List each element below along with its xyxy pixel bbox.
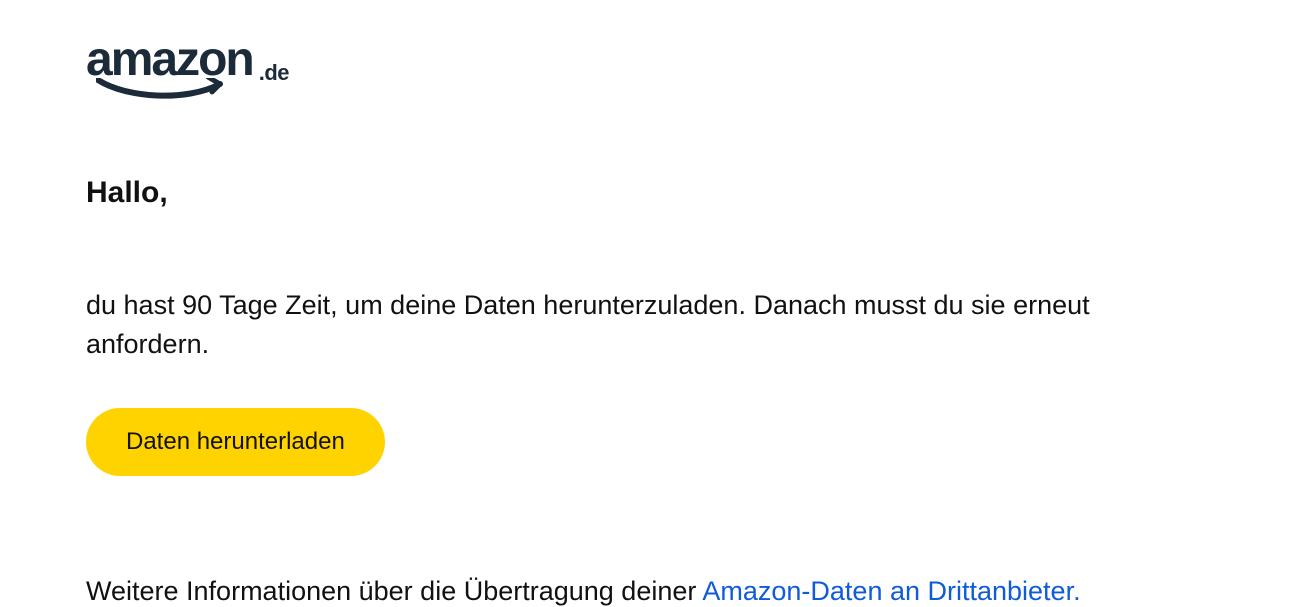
footer-text: Weitere Informationen über die Übertragu… xyxy=(86,576,1208,607)
greeting-heading: Hallo, xyxy=(86,176,1208,210)
amazon-logo-main: amazon xyxy=(86,36,253,100)
body-text: du hast 90 Tage Zeit, um deine Daten her… xyxy=(86,286,1146,364)
download-data-button[interactable]: Daten herunterladen xyxy=(86,408,385,476)
amazon-logo-text: amazon xyxy=(86,33,253,86)
amazon-logo: amazon .de xyxy=(86,36,1208,100)
email-container: amazon .de Hallo, du hast 90 Tage Zeit, … xyxy=(0,0,1294,607)
amazon-logo-tld: .de xyxy=(259,36,289,86)
